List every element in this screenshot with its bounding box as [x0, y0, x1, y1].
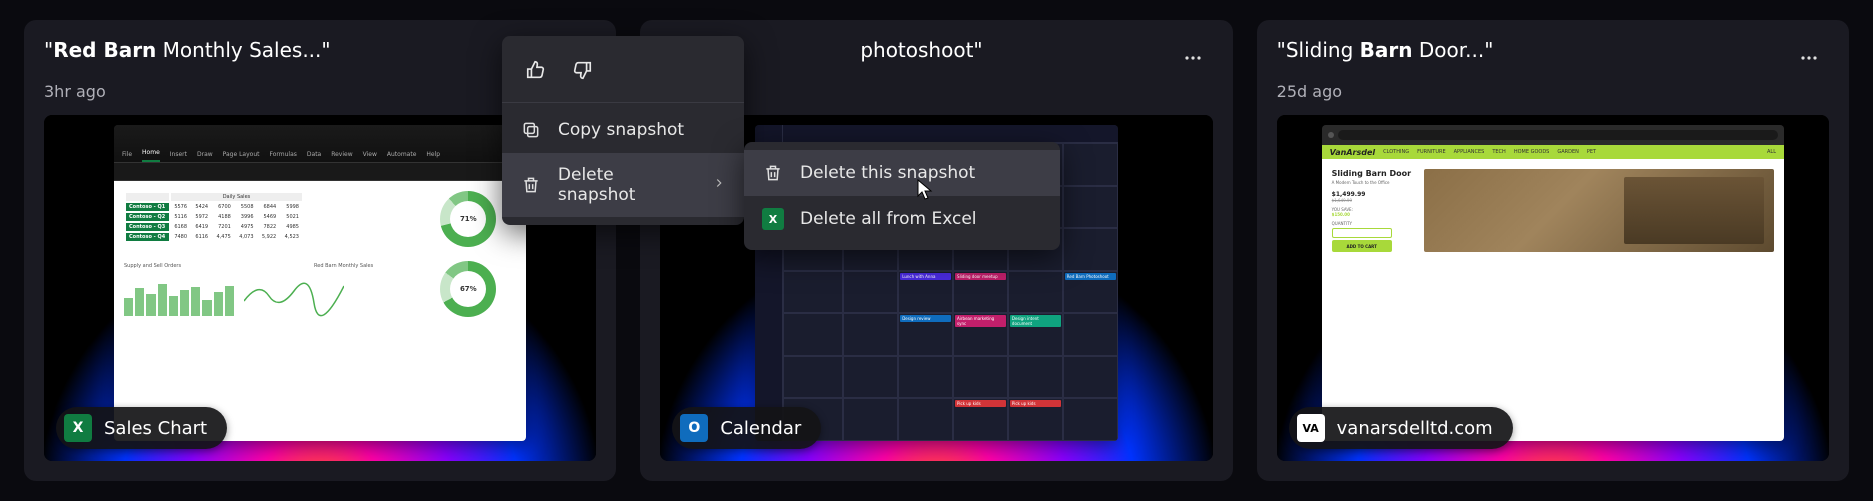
menu-item-delete-snapshot[interactable]: Delete snapshot — [502, 153, 744, 217]
more-button[interactable] — [1789, 38, 1829, 78]
menu-item-delete-this-snapshot[interactable]: Delete this snapshot — [744, 150, 1060, 196]
excel-window: FileHomeInsertDrawPage LayoutFormulasDat… — [114, 125, 526, 441]
badge-label: vanarsdelltd.com — [1337, 418, 1493, 439]
site-icon: VA — [1297, 414, 1325, 442]
menu-item-label: Delete snapshot — [558, 165, 696, 205]
menu-item-label: Delete all from Excel — [800, 209, 977, 229]
app-badge: X Sales Chart — [56, 407, 227, 449]
snapshot-time: 25d ago — [1277, 82, 1829, 101]
trash-icon — [520, 174, 542, 196]
context-submenu: Delete this snapshot X Delete all from E… — [744, 142, 1060, 250]
outlook-icon: O — [680, 414, 708, 442]
cursor-icon — [916, 178, 936, 202]
context-menu: Copy snapshot Delete snapshot — [502, 36, 744, 225]
snapshot-thumbnail[interactable]: VanArsdel CLOTHINGFURNITUREAPPLIANCESTEC… — [1277, 115, 1829, 461]
more-button[interactable] — [1173, 38, 1213, 78]
chevron-right-icon — [712, 175, 726, 195]
excel-icon: X — [64, 414, 92, 442]
trash-icon — [762, 162, 784, 184]
thumbs-up-icon — [525, 59, 547, 81]
badge-label: Calendar — [720, 418, 801, 439]
menu-item-label: Delete this snapshot — [800, 163, 975, 183]
menu-item-label: Copy snapshot — [558, 120, 684, 140]
ellipsis-icon — [1799, 48, 1819, 68]
snapshot-title: "Sliding Barn Door..." — [1277, 38, 1494, 62]
badge-label: Sales Chart — [104, 418, 207, 439]
app-badge: VA vanarsdelltd.com — [1289, 407, 1513, 449]
browser-window: VanArsdel CLOTHINGFURNITUREAPPLIANCESTEC… — [1322, 125, 1784, 441]
ellipsis-icon — [1183, 48, 1203, 68]
menu-item-copy-snapshot[interactable]: Copy snapshot — [502, 107, 744, 153]
thumbs-up-button[interactable] — [520, 54, 552, 86]
thumbs-down-button[interactable] — [566, 54, 598, 86]
snapshot-title: "Red Barn Monthly Sales..." — [44, 38, 331, 62]
excel-icon: X — [762, 208, 784, 230]
menu-item-delete-all-from-excel[interactable]: X Delete all from Excel — [744, 196, 1060, 242]
menu-divider — [502, 102, 744, 103]
snapshot-card[interactable]: "Sliding Barn Door..." 25d ago VanArsdel… — [1257, 20, 1849, 481]
copy-icon — [520, 119, 542, 141]
app-badge: O Calendar — [672, 407, 821, 449]
thumbs-down-icon — [571, 59, 593, 81]
